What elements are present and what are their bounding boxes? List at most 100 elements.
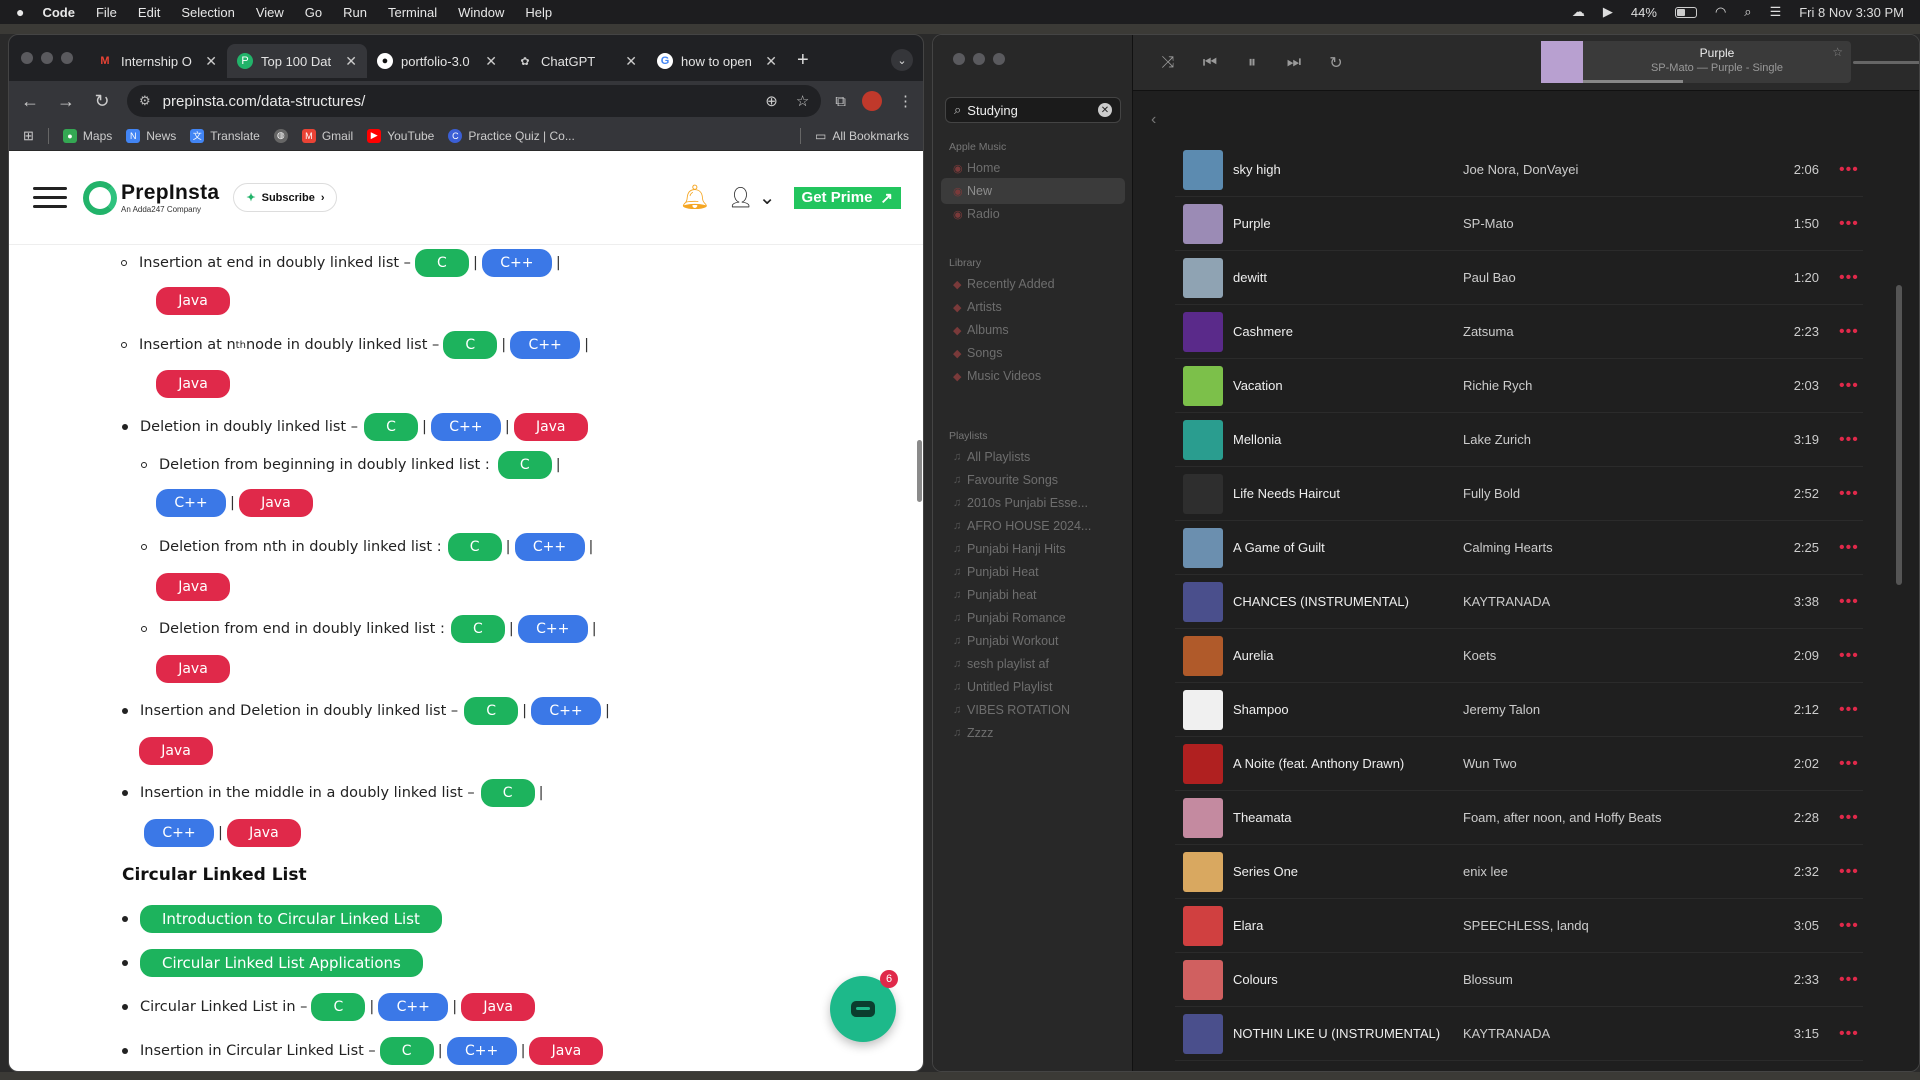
song-row[interactable]: Elara SPEECHLESS, landq 3:05 ••• <box>1175 899 1863 953</box>
search-query[interactable]: Studying <box>967 103 1018 118</box>
more-options-icon[interactable]: ••• <box>1839 809 1859 827</box>
repeat-icon[interactable]: ↻ <box>1325 53 1347 73</box>
close-tab-icon[interactable]: ✕ <box>765 53 777 70</box>
more-options-icon[interactable]: ••• <box>1839 647 1859 665</box>
wifi-icon[interactable]: ◠ <box>1715 4 1726 20</box>
site-info-icon[interactable]: ⚙ <box>139 93 151 109</box>
c-link-button[interactable]: C <box>311 993 366 1021</box>
song-artist[interactable]: SP-Mato <box>1463 216 1753 231</box>
more-options-icon[interactable]: ••• <box>1839 269 1859 287</box>
all-bookmarks[interactable]: ▭ All Bookmarks <box>815 129 909 143</box>
song-artist[interactable]: Lake Zurich <box>1463 432 1753 447</box>
cpp-link-button[interactable]: C++ <box>156 489 226 517</box>
volume-slider[interactable] <box>1853 61 1919 64</box>
c-link-button[interactable]: C <box>450 615 505 643</box>
c-link-button[interactable]: C <box>480 779 535 807</box>
song-row[interactable]: Aurelia Koets 2:09 ••• <box>1175 629 1863 683</box>
now-playing-display[interactable]: Purple SP-Mato — Purple - Single ☆ <box>1541 41 1851 83</box>
cpp-link-button[interactable]: C++ <box>378 993 449 1021</box>
close-tab-icon[interactable]: ✕ <box>205 53 217 70</box>
java-link-button[interactable]: Java <box>529 1037 604 1065</box>
cpp-link-button[interactable]: C++ <box>144 819 214 847</box>
forward-arrow-icon[interactable]: → <box>55 91 77 112</box>
song-row[interactable]: Series One enix lee 2:32 ••• <box>1175 845 1863 899</box>
zoom-icon[interactable]: ⊕ <box>765 92 778 110</box>
minimize-window-button[interactable] <box>973 53 985 65</box>
song-artist[interactable]: Wun Two <box>1463 756 1753 771</box>
song-artist[interactable]: Joe Nora, DonVayei <box>1463 162 1753 177</box>
song-row[interactable]: Life Needs Haircut Fully Bold 2:52 ••• <box>1175 467 1863 521</box>
prepinsta-logo[interactable]: PrepInsta An Adda247 Company <box>83 180 219 215</box>
address-bar[interactable]: ⚙ prepinsta.com/data-structures/ ⊕ ☆ <box>127 85 822 117</box>
music-search-input[interactable]: ⌕ Studying ✕ <box>945 97 1121 123</box>
song-artist[interactable]: Koets <box>1463 648 1753 663</box>
bookmark-news[interactable]: N News <box>126 128 176 143</box>
menu-selection[interactable]: Selection <box>181 5 234 20</box>
java-link-button[interactable]: Java <box>238 489 313 517</box>
tab-portfolio[interactable]: ● portfolio-3.0 ✕ <box>367 44 507 78</box>
sidebar-item-apple-music-2[interactable]: ◉ Radio <box>941 201 1125 227</box>
menu-help[interactable]: Help <box>525 5 552 20</box>
battery-icon[interactable] <box>1674 6 1697 18</box>
playback-progress-bar[interactable] <box>1583 80 1683 83</box>
more-options-icon[interactable]: ••• <box>1839 215 1859 233</box>
song-row[interactable]: Shampoo Jeremy Talon 2:12 ••• <box>1175 683 1863 737</box>
menu-terminal[interactable]: Terminal <box>388 5 437 20</box>
subscribe-button[interactable]: ✦ Subscribe › <box>233 183 338 212</box>
menubar-clock[interactable]: Fri 8 Nov 3:30 PM <box>1799 5 1904 20</box>
cpp-link-button[interactable]: C++ <box>446 1037 517 1065</box>
media-control-icon[interactable]: ▶ <box>1603 4 1613 20</box>
song-artist[interactable]: Richie Rych <box>1463 378 1753 393</box>
profile-avatar[interactable] <box>862 91 882 111</box>
song-row[interactable]: A Noite (feat. Anthony Drawn) Wun Two 2:02… <box>1175 737 1863 791</box>
song-row[interactable]: A Game of Guilt Calming Hearts 2:25 ••• <box>1175 521 1863 575</box>
bookmark-practice-quiz[interactable]: C Practice Quiz | Co... <box>448 128 575 143</box>
song-row[interactable]: dewitt Paul Bao 1:20 ••• <box>1175 251 1863 305</box>
song-artist[interactable]: Zatsuma <box>1463 324 1753 339</box>
menu-view[interactable]: View <box>256 5 284 20</box>
intro-cll-link-button[interactable]: Introduction to Circular Linked List <box>140 905 442 933</box>
zoom-window-button[interactable] <box>993 53 1005 65</box>
more-options-icon[interactable]: ••• <box>1839 1025 1859 1043</box>
tab-chatgpt[interactable]: ✿ ChatGPT ✕ <box>507 44 647 78</box>
c-link-button[interactable]: C <box>379 1037 434 1065</box>
cloud-status-icon[interactable]: ☁ <box>1572 4 1585 20</box>
notification-bell-icon[interactable]: 🔔︎ <box>679 183 709 212</box>
c-link-button[interactable]: C <box>363 413 418 441</box>
close-tab-icon[interactable]: ✕ <box>625 53 637 70</box>
pause-icon[interactable]: ⏸ <box>1241 54 1263 72</box>
apps-grid-icon[interactable]: ⊞ <box>23 128 34 144</box>
favorite-star-icon[interactable]: ☆ <box>1832 45 1843 59</box>
c-link-button[interactable]: C <box>464 697 519 725</box>
more-options-icon[interactable]: ••• <box>1839 593 1859 611</box>
close-window-button[interactable] <box>21 52 33 64</box>
bookmark-youtube[interactable]: ▶ YouTube <box>367 128 434 143</box>
zoom-window-button[interactable] <box>61 52 73 64</box>
c-link-button[interactable]: C <box>414 249 469 277</box>
hamburger-menu-icon[interactable] <box>33 187 67 208</box>
get-prime-button[interactable]: Get Prime ↗ <box>793 186 901 209</box>
menu-app-name[interactable]: Code <box>42 5 75 20</box>
bookmark-globe[interactable]: ◍ <box>273 128 288 143</box>
java-link-button[interactable]: Java <box>156 573 230 601</box>
c-link-button[interactable]: C <box>443 331 498 359</box>
close-window-button[interactable] <box>953 53 965 65</box>
clear-search-icon[interactable]: ✕ <box>1098 103 1112 117</box>
sidebar-item-library-4[interactable]: ◆ Music Videos <box>941 363 1125 389</box>
minimize-window-button[interactable] <box>41 52 53 64</box>
java-link-button[interactable]: Java <box>156 655 230 683</box>
close-tab-icon[interactable]: ✕ <box>345 53 357 70</box>
menu-run[interactable]: Run <box>343 5 367 20</box>
menu-go[interactable]: Go <box>305 5 322 20</box>
java-link-button[interactable]: Java <box>156 370 230 398</box>
song-artist[interactable]: KAYTRANADA <box>1463 594 1753 609</box>
more-options-icon[interactable]: ••• <box>1839 917 1859 935</box>
more-options-icon[interactable]: ••• <box>1839 161 1859 179</box>
song-row[interactable]: sky high Joe Nora, DonVayei 2:06 ••• <box>1175 143 1863 197</box>
more-options-icon[interactable]: ••• <box>1839 755 1859 773</box>
c-link-button[interactable]: C <box>447 533 502 561</box>
java-link-button[interactable]: Java <box>513 413 588 441</box>
song-row[interactable]: NOTHIN LIKE U (INSTRUMENTAL) KAYTRANADA 3:… <box>1175 1007 1863 1061</box>
cpp-link-button[interactable]: C++ <box>514 533 585 561</box>
spotlight-search-icon[interactable]: ⌕ <box>1744 4 1751 20</box>
